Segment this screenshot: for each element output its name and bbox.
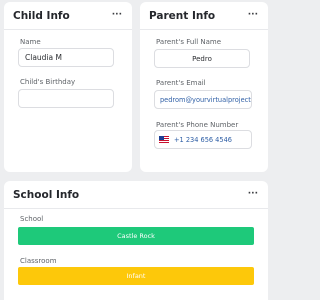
full-name-label: Parent's Full Name	[156, 38, 222, 46]
parent-info-menu-icon[interactable]: ···	[248, 11, 258, 20]
child-info-menu-icon[interactable]: ···	[112, 11, 122, 20]
classroom-select[interactable]: Infant	[18, 267, 254, 285]
classroom-value: Infant	[126, 272, 146, 280]
phone-value: +1 234 656 4546	[174, 135, 232, 144]
child-info-card: Child Info ··· Name Claudia M Child's Bi…	[4, 2, 132, 172]
email-label: Parent's Email	[156, 79, 206, 87]
classroom-label: Classroom	[20, 257, 57, 265]
child-info-title: Child Info	[13, 9, 70, 22]
name-label: Name	[20, 38, 41, 46]
birthday-field[interactable]	[18, 89, 114, 108]
school-value: Castle Rock	[117, 232, 155, 240]
school-select[interactable]: Castle Rock	[18, 227, 254, 245]
us-flag-icon[interactable]	[159, 136, 169, 143]
parent-info-header: Parent Info ···	[140, 2, 268, 30]
full-name-field[interactable]: Pedro	[154, 49, 250, 68]
email-field[interactable]: pedrom@yourvirtualproject...	[154, 90, 252, 109]
school-info-card: School Info ··· School Castle Rock Class…	[4, 181, 268, 300]
parent-info-card: Parent Info ··· Parent's Full Name Pedro…	[140, 2, 268, 172]
school-label: School	[20, 215, 44, 223]
phone-field[interactable]: +1 234 656 4546	[154, 130, 252, 149]
name-value: Claudia M	[25, 53, 62, 62]
school-info-title: School Info	[13, 188, 80, 201]
school-info-header: School Info ···	[4, 181, 268, 209]
name-field[interactable]: Claudia M	[18, 48, 114, 67]
parent-info-title: Parent Info	[149, 9, 216, 22]
email-value: pedrom@yourvirtualproject...	[160, 95, 252, 104]
birthday-label: Child's Birthday	[20, 78, 76, 86]
school-info-menu-icon[interactable]: ···	[248, 190, 258, 199]
full-name-value: Pedro	[192, 54, 212, 63]
phone-label: Parent's Phone Number	[156, 121, 239, 129]
child-info-header: Child Info ···	[4, 2, 132, 30]
